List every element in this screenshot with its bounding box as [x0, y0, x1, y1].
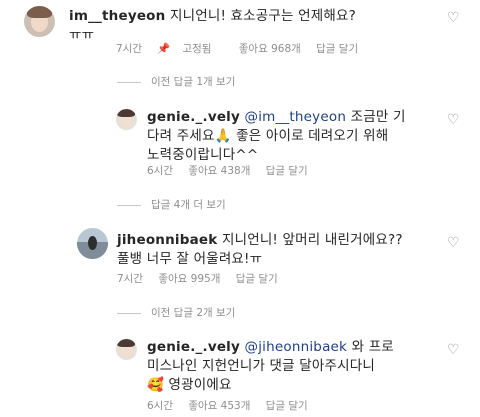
comment-text: 조금만 기: [350, 109, 406, 125]
view-previous-replies-button[interactable]: 이전 답글 2개 보기: [117, 305, 235, 320]
reply-button[interactable]: 답글 달기: [316, 43, 358, 55]
pin-icon: 📌: [157, 43, 171, 55]
view-more-replies-button[interactable]: 답글 4개 더 보기: [117, 197, 226, 212]
comment-time: 6시간: [147, 400, 174, 412]
divider-line: [117, 204, 141, 206]
comment-username[interactable]: genie._.vely: [147, 109, 240, 125]
comment-username[interactable]: im__theyeon: [69, 8, 165, 24]
comment-username[interactable]: genie._.vely: [147, 339, 240, 355]
likes-count[interactable]: 좋아요 453개: [188, 400, 250, 412]
divider-line: [117, 81, 141, 83]
comment-text-line3: 🥰 영광이에요: [147, 377, 232, 393]
comment-time: 7시간: [117, 273, 144, 285]
comment-text-line2: 풀뱅 너무 잘 어울려요!ㅠ: [117, 251, 263, 267]
comment-username[interactable]: jiheonnibaek: [117, 232, 217, 248]
reply-button[interactable]: 답글 달기: [236, 273, 278, 285]
comment-text-line3: 노력중이랍니다^^: [147, 147, 259, 163]
likes-count[interactable]: 좋아요 995개: [158, 273, 220, 285]
comment-time: 7시간: [116, 43, 143, 55]
avatar[interactable]: [77, 228, 108, 259]
likes-count[interactable]: 좋아요 438개: [188, 165, 250, 177]
comment-text: 지니언니! 앞머리 내린거에요??: [221, 232, 403, 248]
view-previous-replies-button[interactable]: 이전 답글 1개 보기: [117, 74, 235, 89]
heart-outline-icon[interactable]: ♡: [447, 343, 460, 357]
comment-text-line2: ㅠㅠ: [69, 27, 95, 43]
heart-outline-icon[interactable]: ♡: [447, 236, 460, 250]
avatar[interactable]: [24, 6, 55, 37]
likes-count[interactable]: 좋아요 968개: [239, 43, 301, 55]
comment-time: 6시간: [147, 165, 174, 177]
avatar[interactable]: [116, 109, 137, 130]
pinned-label: 📌 고정됨: [157, 43, 212, 55]
heart-outline-icon[interactable]: ♡: [447, 113, 460, 127]
mention-link[interactable]: @im__theyeon: [245, 109, 347, 125]
comment-text-line2: 미스나인 지헌언니가 댓글 달아주시다니: [147, 358, 376, 374]
reply-button[interactable]: 답글 달기: [266, 400, 308, 412]
avatar[interactable]: [116, 339, 137, 360]
mention-link[interactable]: @jiheonnibaek: [245, 339, 348, 355]
divider-line: [117, 312, 141, 314]
comment-text: 와 프로: [351, 339, 394, 355]
comment-text-line2: 다려 주세요🙏 좋은 아이로 데려오기 위해: [147, 128, 389, 144]
reply-button[interactable]: 답글 달기: [266, 165, 308, 177]
comment-text: 지니언니! 효소공구는 언제해요?: [169, 8, 356, 24]
heart-outline-icon[interactable]: ♡: [447, 11, 460, 25]
